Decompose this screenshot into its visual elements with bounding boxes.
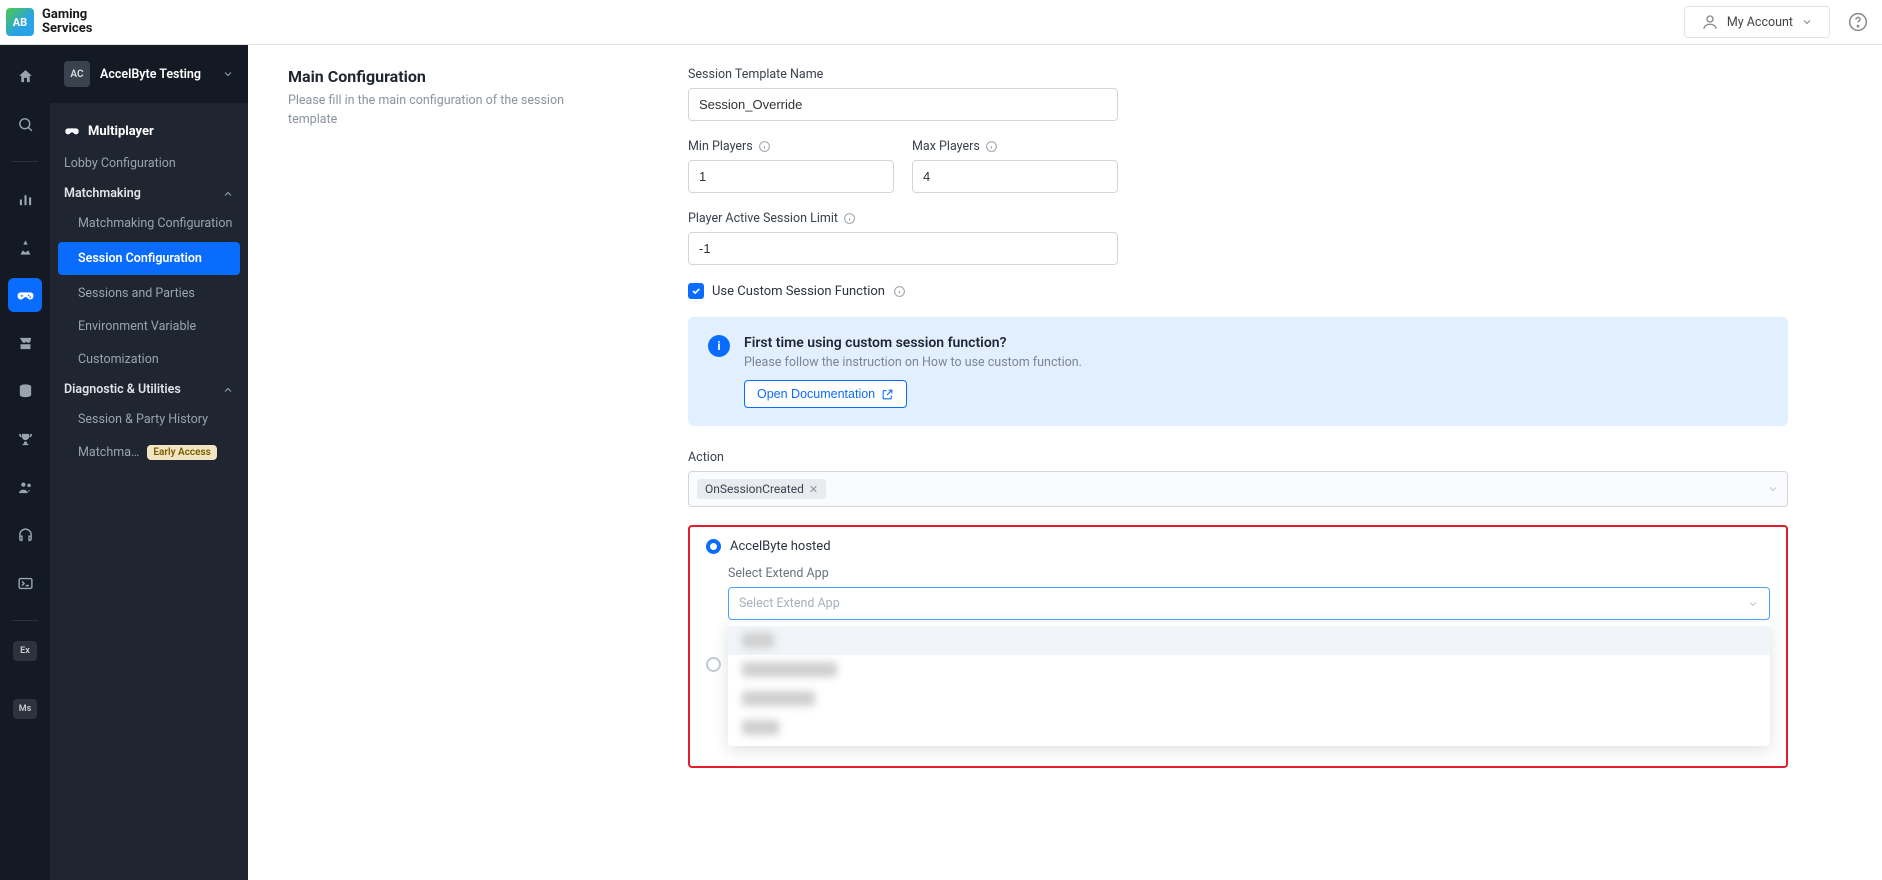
max-players-input[interactable]	[912, 160, 1118, 193]
nav-group-label: Matchmaking	[64, 186, 141, 201]
brand-line2: Services	[42, 22, 92, 36]
info-body: Please follow the instruction on How to …	[744, 355, 1082, 370]
rail-search-icon[interactable]	[8, 107, 42, 141]
use-custom-checkbox-row[interactable]: Use Custom Session Function	[688, 283, 1788, 299]
brand-logo-icon: AB	[6, 8, 34, 36]
extend-app-dropdown: aug-0 matchmaker-ovr mm-override test01	[728, 622, 1770, 746]
rail-ex-badge[interactable]: Ex	[13, 641, 37, 661]
nav-matchmaking-config[interactable]: Matchmaking Configuration	[50, 207, 248, 240]
nav-matchma[interactable]: Matchma… Early Access	[50, 436, 248, 469]
nav-session-config[interactable]: Session Configuration	[58, 242, 240, 275]
session-template-input[interactable]	[688, 88, 1118, 121]
extend-app-placeholder: Select Extend App	[739, 596, 840, 611]
rail-launcher-icon[interactable]	[8, 230, 42, 264]
rail-users-icon[interactable]	[8, 470, 42, 504]
rail-support-icon[interactable]	[8, 518, 42, 552]
info-circle-icon: i	[708, 335, 730, 357]
accelbyte-hosted-radio[interactable]: AccelByte hosted	[706, 539, 1770, 554]
extend-app-select[interactable]: Select Extend App	[728, 587, 1770, 620]
dropdown-option[interactable]: mm-override	[728, 684, 1770, 713]
gamepad-icon	[64, 123, 80, 139]
min-players-label: Min Players	[688, 139, 894, 154]
radio-selected-icon	[706, 539, 721, 554]
action-select[interactable]: OnSessionCreated ✕	[688, 471, 1788, 507]
chevron-down-icon	[1767, 483, 1779, 495]
open-documentation-button[interactable]: Open Documentation	[744, 380, 907, 408]
nav-lobby-config[interactable]: Lobby Configuration	[50, 147, 248, 180]
chevron-up-icon	[222, 188, 234, 200]
rail-database-icon[interactable]	[8, 374, 42, 408]
secondary-radio[interactable]	[706, 657, 721, 672]
min-players-input[interactable]	[688, 160, 894, 193]
action-tag: OnSessionCreated ✕	[697, 479, 826, 499]
page-subtitle: Please fill in the main configuration of…	[288, 92, 608, 130]
active-limit-input[interactable]	[688, 232, 1118, 265]
info-title: First time using custom session function…	[744, 335, 1082, 351]
rail-terminal-icon[interactable]	[8, 566, 42, 600]
brand-name: Gaming Services	[42, 8, 92, 37]
nav-section-label: Multiplayer	[88, 124, 154, 139]
top-bar: AB Gaming Services My Account	[0, 0, 1882, 45]
rail-analytics-icon[interactable]	[8, 182, 42, 216]
nav-customization[interactable]: Customization	[50, 343, 248, 376]
nav-sessions-parties[interactable]: Sessions and Parties	[50, 277, 248, 310]
info-icon	[843, 212, 856, 225]
brand-line1: Gaming	[42, 8, 92, 22]
nav-env-variable[interactable]: Environment Variable	[50, 310, 248, 343]
workspace-avatar: AC	[64, 61, 90, 87]
nav-matchma-label: Matchma…	[78, 445, 139, 460]
select-extend-label: Select Extend App	[728, 566, 1770, 581]
nav-section-multiplayer: Multiplayer	[50, 115, 248, 147]
radio-label: AccelByte hosted	[730, 539, 831, 554]
chevron-up-icon	[222, 384, 234, 396]
rail-store-icon[interactable]	[8, 326, 42, 360]
nav-group-label: Diagnostic & Utilities	[64, 382, 181, 397]
help-icon[interactable]	[1848, 12, 1868, 32]
my-account-button[interactable]: My Account	[1684, 6, 1830, 38]
checkbox-checked-icon	[688, 283, 704, 299]
remove-tag-icon[interactable]: ✕	[809, 483, 818, 496]
rail-home-icon[interactable]	[8, 59, 42, 93]
user-icon	[1701, 13, 1719, 31]
dropdown-option[interactable]: matchmaker-ovr	[728, 655, 1770, 684]
chevron-down-icon	[1801, 16, 1813, 28]
sidebar: AC AccelByte Testing Multiplayer Lobby C…	[50, 45, 248, 880]
info-icon	[758, 140, 771, 153]
main-content: Main Configuration Please fill in the ma…	[248, 45, 1882, 880]
nav-matchmaking-group[interactable]: Matchmaking	[50, 180, 248, 207]
brand: AB Gaming Services	[0, 8, 92, 37]
active-limit-label: Player Active Session Limit	[688, 211, 1788, 226]
rail-game-icon[interactable]	[8, 278, 42, 312]
page-title: Main Configuration	[288, 67, 608, 86]
dropdown-option[interactable]: test01	[728, 713, 1770, 742]
dropdown-option[interactable]: aug-0	[728, 626, 1770, 655]
chevron-down-icon	[222, 68, 234, 80]
workspace-name: AccelByte Testing	[100, 67, 212, 82]
early-access-badge: Early Access	[147, 445, 216, 460]
doc-btn-label: Open Documentation	[757, 387, 875, 401]
radio-unselected-icon	[706, 657, 721, 672]
chevron-down-icon	[1747, 598, 1759, 610]
workspace-switcher[interactable]: AC AccelByte Testing	[50, 45, 248, 103]
nav-diagnostic-group[interactable]: Diagnostic & Utilities	[50, 376, 248, 403]
info-banner: i First time using custom session functi…	[688, 317, 1788, 426]
info-icon	[893, 285, 906, 298]
info-icon	[985, 140, 998, 153]
use-custom-label: Use Custom Session Function	[712, 284, 885, 299]
session-template-label: Session Template Name	[688, 67, 1788, 82]
highlight-region: AccelByte hosted Select Extend App Selec…	[688, 525, 1788, 768]
icon-rail: Ex Ms	[0, 45, 50, 880]
external-link-icon	[881, 388, 894, 401]
max-players-label: Max Players	[912, 139, 1118, 154]
nav-session-history[interactable]: Session & Party History	[50, 403, 248, 436]
rail-trophy-icon[interactable]	[8, 422, 42, 456]
account-label: My Account	[1727, 15, 1793, 30]
action-label: Action	[688, 450, 1788, 465]
rail-ms-badge[interactable]: Ms	[13, 699, 37, 719]
